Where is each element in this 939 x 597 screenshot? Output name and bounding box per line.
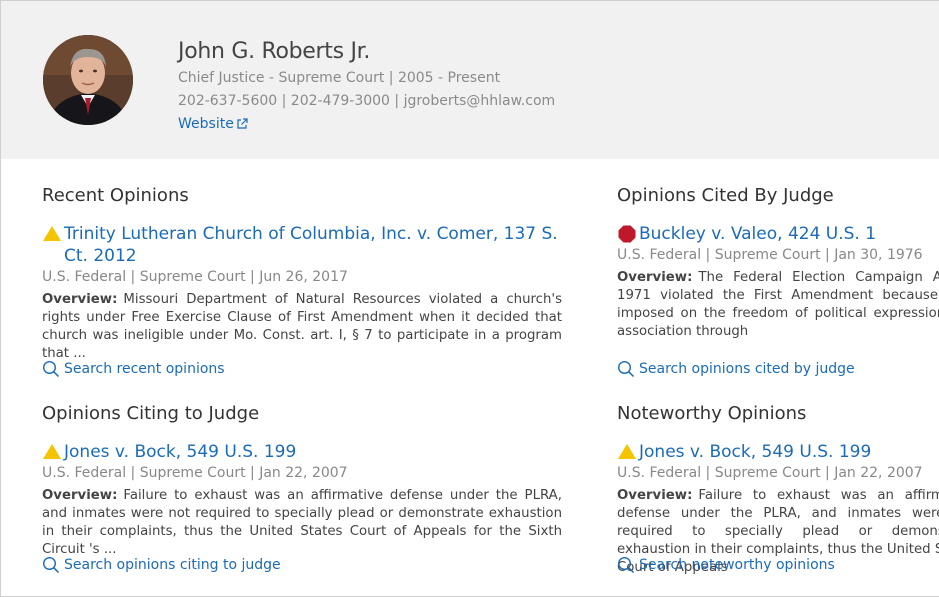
warning-triangle-icon [43, 444, 61, 459]
search-link-label: Search opinions citing to judge [64, 557, 281, 573]
overview-label: Overview: [42, 488, 118, 503]
right-column: Opinions Cited By Judge Buckley v. Valeo… [617, 185, 939, 595]
judge-contact-line: 202-637-5600 | 202-479-3000 | jgroberts@… [178, 93, 556, 109]
external-link-icon [237, 118, 248, 129]
opinions-cited-by-judge-section: Opinions Cited By Judge Buckley v. Valeo… [617, 185, 939, 385]
case-meta: U.S. Federal | Supreme Court | Jun 26, 2… [42, 269, 348, 285]
case-meta: U.S. Federal | Supreme Court | Jan 30, 1… [617, 247, 923, 263]
avatar [43, 35, 133, 125]
case-overview: Overview: The Federal Election Campaign A… [617, 269, 939, 341]
search-link-label: Search noteworthy opinions [639, 557, 835, 573]
warning-triangle-icon [43, 226, 61, 241]
overview-label: Overview: [42, 292, 118, 307]
profile-header: John G. Roberts Jr. Chief Justice - Supr… [1, 1, 939, 159]
warning-triangle-icon [618, 444, 636, 459]
search-icon [617, 556, 635, 574]
opinions-citing-to-judge-section: Opinions Citing to Judge Jones v. Bock, … [42, 403, 582, 593]
search-icon [42, 360, 60, 378]
search-recent-opinions-link[interactable]: Search recent opinions [42, 360, 225, 378]
overview-label: Overview: [617, 488, 693, 503]
overview-text: Missouri Department of Natural Resources… [42, 292, 562, 361]
search-link-label: Search opinions cited by judge [639, 361, 855, 377]
case-overview: Overview: Missouri Department of Natural … [42, 291, 562, 363]
case-title-link[interactable]: Jones v. Bock, 549 U.S. 199 [639, 441, 871, 463]
search-icon [42, 556, 60, 574]
case-row: Trinity Lutheran Church of Columbia, Inc… [42, 223, 562, 267]
search-icon [617, 360, 635, 378]
search-link-label: Search recent opinions [64, 361, 225, 377]
judge-title-line: Chief Justice - Supreme Court | 2005 - P… [178, 70, 501, 86]
section-title: Opinions Cited By Judge [617, 185, 834, 206]
recent-opinions-section: Recent Opinions Trinity Lutheran Church … [42, 185, 582, 385]
case-meta: U.S. Federal | Supreme Court | Jan 22, 2… [42, 465, 348, 481]
case-title-link[interactable]: Trinity Lutheran Church of Columbia, Inc… [64, 223, 562, 267]
noteworthy-opinions-section: Noteworthy Opinions Jones v. Bock, 549 U… [617, 403, 939, 593]
case-row: Buckley v. Valeo, 424 U.S. 1 [617, 223, 939, 245]
website-link[interactable]: Website [178, 116, 248, 132]
case-title-link[interactable]: Buckley v. Valeo, 424 U.S. 1 [639, 223, 876, 245]
case-row: Jones v. Bock, 549 U.S. 199 [42, 441, 562, 463]
search-opinions-citing-link[interactable]: Search opinions citing to judge [42, 556, 281, 574]
stop-octagon-icon [618, 225, 636, 243]
case-title-link[interactable]: Jones v. Bock, 549 U.S. 199 [64, 441, 296, 463]
overview-label: Overview: [617, 270, 693, 285]
search-noteworthy-opinions-link[interactable]: Search noteworthy opinions [617, 556, 835, 574]
case-overview: Overview: Failure to exhaust was an affir… [42, 487, 562, 559]
judge-name: John G. Roberts Jr. [178, 39, 371, 64]
case-meta: U.S. Federal | Supreme Court | Jan 22, 2… [617, 465, 923, 481]
section-title: Recent Opinions [42, 185, 189, 206]
search-opinions-cited-link[interactable]: Search opinions cited by judge [617, 360, 855, 378]
overview-text: Failure to exhaust was an affirmative de… [42, 488, 562, 557]
website-label: Website [178, 116, 234, 132]
section-title: Noteworthy Opinions [617, 403, 807, 424]
section-title: Opinions Citing to Judge [42, 403, 260, 424]
case-row: Jones v. Bock, 549 U.S. 199 [617, 441, 939, 463]
